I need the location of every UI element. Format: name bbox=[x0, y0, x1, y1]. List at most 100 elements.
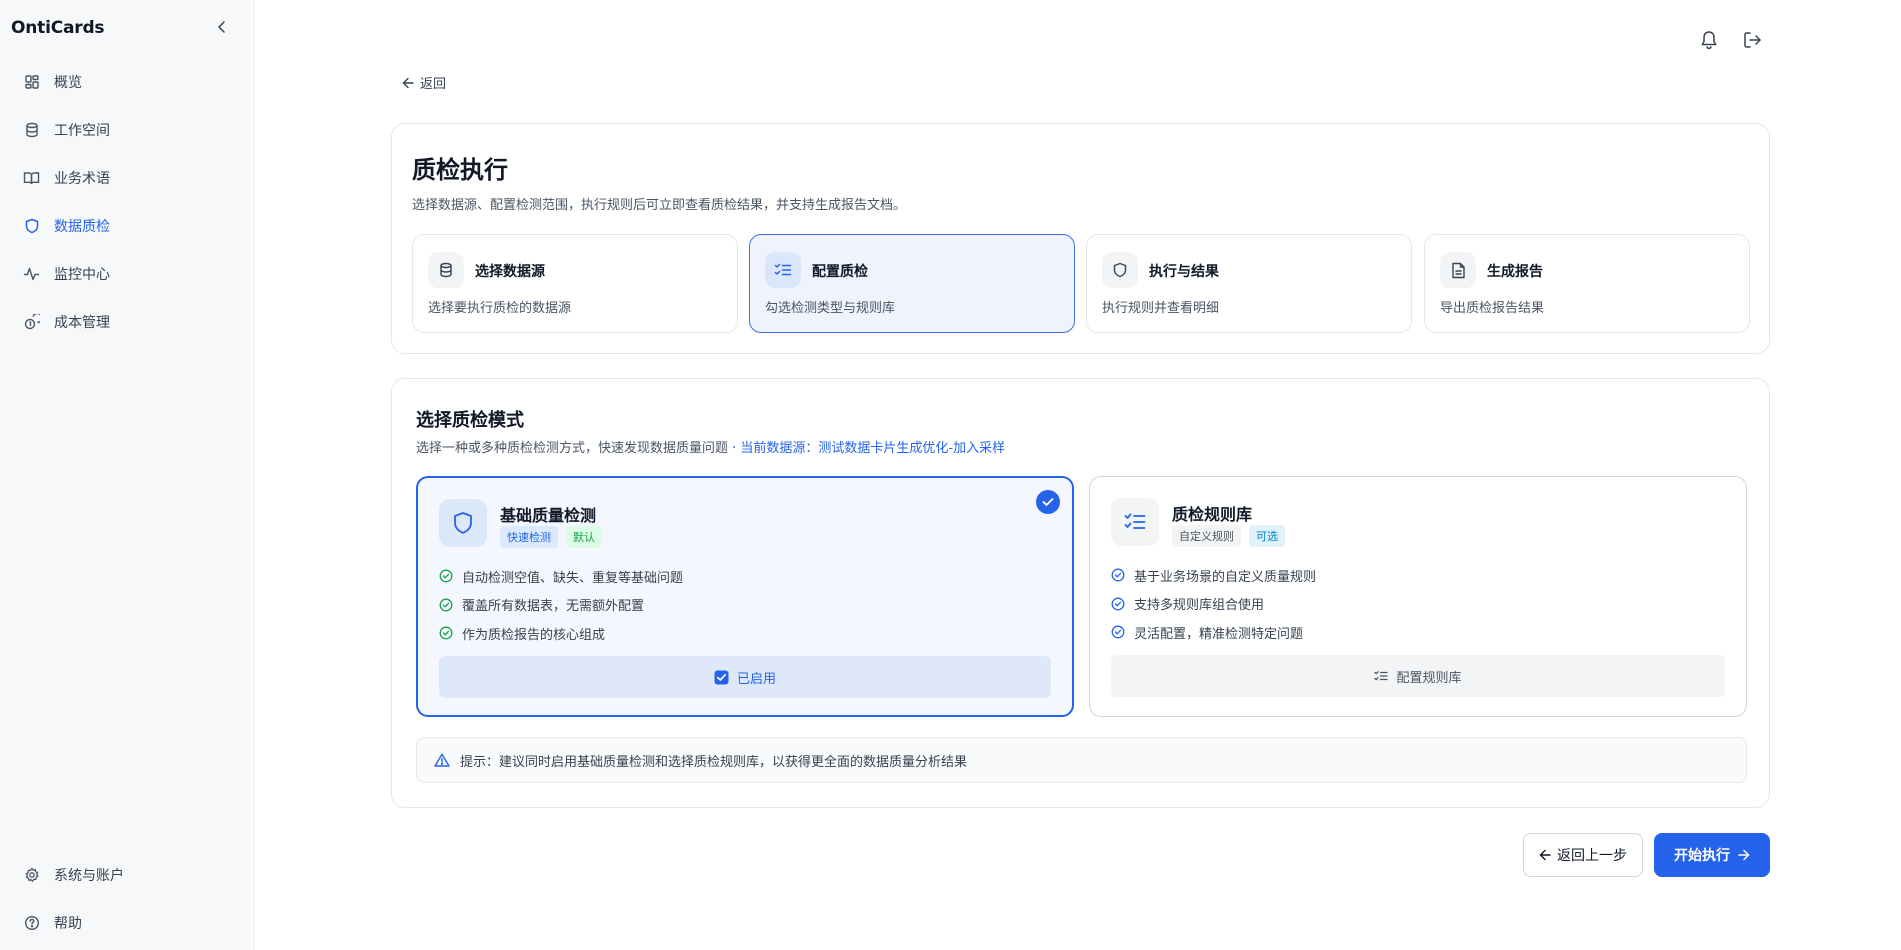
tag: 可选 bbox=[1249, 525, 1285, 547]
feature-list: 自动检测空值、缺失、重复等基础问题 覆盖所有数据表，无需额外配置 作为质检报告的… bbox=[439, 562, 683, 648]
sidebar-item-label: 监控中心 bbox=[54, 267, 110, 283]
list-check-icon bbox=[1374, 670, 1389, 682]
mode-selection-card: 选择质检模式 选择一种或多种质检检测方式，快速发现数据质量问题 · 当前数据源：… bbox=[391, 378, 1770, 808]
check-circle-icon bbox=[1111, 597, 1125, 611]
start-execution-button[interactable]: 开始执行 bbox=[1654, 833, 1770, 877]
step-title: 执行与结果 bbox=[1149, 264, 1219, 280]
grid-icon bbox=[23, 74, 40, 91]
header-card: 质检执行 选择数据源、配置检测范围，执行规则后可立即查看质检结果，并支持生成报告… bbox=[391, 123, 1770, 354]
sidebar-item-glossary[interactable]: 业务术语 bbox=[12, 158, 244, 198]
feature-list: 基于业务场景的自定义质量规则 支持多规则库组合使用 灵活配置，精准检测特定问题 bbox=[1111, 561, 1316, 647]
mode-card-basic[interactable]: 基础质量检测 快速检测 默认 自动检测空值、缺失、重复等基础问题 覆盖所有数据表… bbox=[416, 476, 1074, 717]
step-configure[interactable]: 配置质检 勾选检测类型与规则库 bbox=[749, 234, 1075, 333]
check-circle-icon bbox=[1111, 568, 1125, 582]
feature-item: 作为质检报告的核心组成 bbox=[439, 619, 683, 648]
sidebar-item-workspace[interactable]: 工作空间 bbox=[12, 110, 244, 150]
step-title: 配置质检 bbox=[812, 264, 868, 280]
sidebar-item-help[interactable]: 帮助 bbox=[12, 903, 244, 943]
configure-rules-button[interactable]: 配置规则库 bbox=[1111, 655, 1725, 697]
feature-item: 基于业务场景的自定义质量规则 bbox=[1111, 561, 1316, 590]
sidebar-item-data-quality[interactable]: 数据质检 bbox=[12, 206, 244, 246]
arrow-right-icon bbox=[1738, 849, 1750, 861]
tag: 自定义规则 bbox=[1172, 525, 1241, 547]
page-title: 质检执行 bbox=[412, 156, 508, 184]
feature-text: 灵活配置，精准检测特定问题 bbox=[1134, 626, 1304, 642]
shield-icon bbox=[23, 218, 40, 235]
check-circle-icon bbox=[439, 598, 453, 612]
step-select-source[interactable]: 选择数据源 选择要执行质检的数据源 bbox=[412, 234, 738, 333]
sidebar-item-label: 概览 bbox=[54, 75, 82, 91]
start-execution-label: 开始执行 bbox=[1674, 848, 1730, 864]
arrow-left-icon bbox=[402, 77, 414, 88]
help-icon bbox=[23, 915, 40, 932]
sidebar-item-monitor[interactable]: 监控中心 bbox=[12, 254, 244, 294]
mode-title: 质检规则库 bbox=[1172, 505, 1253, 524]
section-description-text: 选择一种或多种质检检测方式，快速发现数据质量问题 bbox=[416, 441, 729, 456]
step-report[interactable]: 生成报告 导出质检报告结果 bbox=[1424, 234, 1750, 333]
step-description: 选择要执行质检的数据源 bbox=[428, 301, 572, 316]
feature-item: 支持多规则库组合使用 bbox=[1111, 590, 1316, 619]
book-icon bbox=[23, 170, 40, 187]
tag: 快速检测 bbox=[500, 526, 558, 548]
logout-icon[interactable] bbox=[1742, 29, 1764, 51]
sidebar-item-label: 帮助 bbox=[54, 916, 82, 932]
check-circle-icon bbox=[1111, 625, 1125, 639]
check-circle-icon bbox=[439, 569, 453, 583]
mode-tags: 自定义规则 可选 bbox=[1172, 525, 1285, 547]
configure-rules-label: 配置规则库 bbox=[1396, 670, 1462, 686]
sidebar-item-cost[interactable]: 成本管理 bbox=[12, 302, 244, 342]
brand-logo[interactable]: OntiCards bbox=[11, 18, 105, 38]
step-description: 勾选检测类型与规则库 bbox=[765, 301, 896, 316]
step-execute[interactable]: 执行与结果 执行规则并查看明细 bbox=[1086, 234, 1412, 333]
section-title: 选择质检模式 bbox=[416, 410, 524, 431]
database-icon bbox=[428, 252, 464, 288]
enabled-button-label: 已启用 bbox=[736, 671, 776, 687]
document-icon bbox=[1440, 252, 1476, 288]
mode-tags: 快速检测 默认 bbox=[500, 526, 602, 548]
current-source-prefix: · 当前数据源： bbox=[728, 441, 819, 456]
warning-icon bbox=[434, 753, 450, 767]
sidebar: OntiCards 概览 工作空间 业务术语 数据质检 监控中心 成本管理 系统… bbox=[0, 0, 255, 950]
feature-item: 自动检测空值、缺失、重复等基础问题 bbox=[439, 562, 683, 591]
tip-banner: 提示：建议同时启用基础质量检测和选择质检规则库，以获得更全面的数据质量分析结果 bbox=[416, 737, 1747, 783]
sidebar-item-label: 成本管理 bbox=[54, 315, 110, 331]
shield-icon bbox=[439, 499, 487, 547]
current-source-name[interactable]: 测试数据卡片生成优化-加入采样 bbox=[818, 441, 1005, 456]
shield-icon bbox=[1102, 252, 1138, 288]
previous-step-button[interactable]: 返回上一步 bbox=[1523, 833, 1643, 877]
tip-text: 提示：建议同时启用基础质量检测和选择质检规则库，以获得更全面的数据质量分析结果 bbox=[460, 754, 968, 770]
back-label: 返回 bbox=[420, 77, 447, 92]
sidebar-nav: 概览 工作空间 业务术语 数据质检 监控中心 成本管理 bbox=[12, 62, 244, 350]
back-link[interactable]: 返回 bbox=[402, 73, 446, 92]
enabled-button[interactable]: 已启用 bbox=[439, 656, 1051, 698]
collapse-sidebar-icon[interactable] bbox=[214, 18, 230, 36]
feature-text: 自动检测空值、缺失、重复等基础问题 bbox=[462, 570, 684, 586]
tag: 默认 bbox=[566, 526, 602, 548]
step-title: 生成报告 bbox=[1487, 264, 1543, 280]
previous-step-label: 返回上一步 bbox=[1557, 848, 1627, 864]
sidebar-item-label: 数据质检 bbox=[54, 219, 110, 235]
bell-icon[interactable] bbox=[1698, 29, 1720, 51]
step-title: 选择数据源 bbox=[475, 264, 545, 280]
sidebar-item-label: 工作空间 bbox=[54, 123, 110, 139]
checklist-icon bbox=[765, 252, 801, 288]
sidebar-item-overview[interactable]: 概览 bbox=[12, 62, 244, 102]
feature-text: 基于业务场景的自定义质量规则 bbox=[1134, 569, 1317, 585]
database-icon bbox=[23, 122, 40, 139]
page-description: 选择数据源、配置检测范围，执行规则后可立即查看质检结果，并支持生成报告文档。 bbox=[412, 198, 907, 213]
step-description: 导出质检报告结果 bbox=[1440, 301, 1545, 316]
sidebar-bottom-nav: 系统与账户 帮助 bbox=[12, 855, 244, 950]
feature-item: 覆盖所有数据表，无需额外配置 bbox=[439, 591, 683, 620]
checkbox-checked-icon bbox=[714, 670, 729, 685]
section-description: 选择一种或多种质检检测方式，快速发现数据质量问题 · 当前数据源：测试数据卡片生… bbox=[416, 437, 1005, 456]
mode-card-rule-library[interactable]: 质检规则库 自定义规则 可选 基于业务场景的自定义质量规则 支持多规则库组合使用… bbox=[1089, 476, 1747, 717]
coins-icon bbox=[23, 314, 40, 331]
feature-item: 灵活配置，精准检测特定问题 bbox=[1111, 618, 1316, 647]
sidebar-item-label: 系统与账户 bbox=[54, 868, 124, 884]
sidebar-item-settings[interactable]: 系统与账户 bbox=[12, 855, 244, 895]
check-circle-icon bbox=[439, 626, 453, 640]
gear-icon bbox=[23, 867, 40, 884]
selected-check-icon bbox=[1036, 490, 1060, 514]
feature-text: 支持多规则库组合使用 bbox=[1134, 598, 1265, 614]
activity-icon bbox=[23, 266, 40, 283]
